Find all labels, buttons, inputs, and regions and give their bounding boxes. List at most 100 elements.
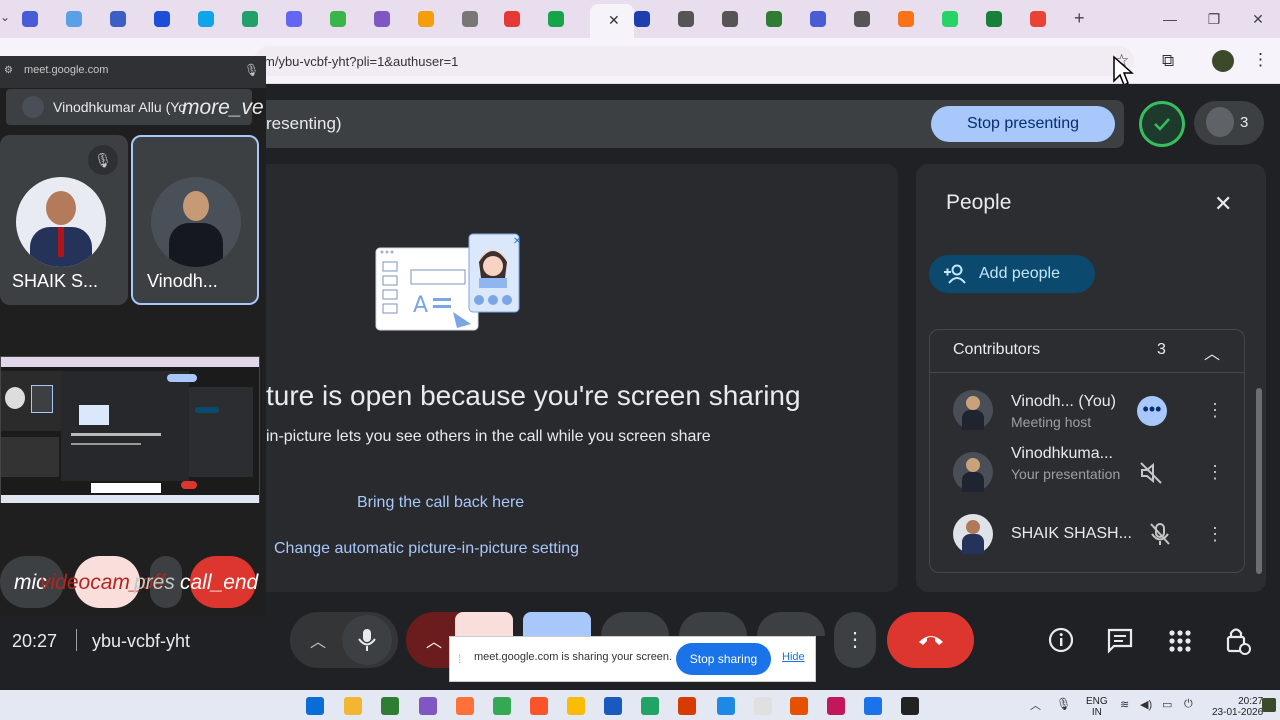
taskbar-app-icon[interactable] <box>344 697 362 715</box>
browser-menu-icon[interactable]: ⋮ <box>1252 50 1269 70</box>
wifi-icon[interactable]: ≋ <box>1120 698 1129 711</box>
checkmark-icon[interactable] <box>1139 101 1185 147</box>
taskbar-app-icon[interactable] <box>381 697 399 715</box>
add-people-button[interactable]: Add people <box>929 255 1095 293</box>
browser-tab[interactable] <box>96 6 140 32</box>
taskbar-app-icon[interactable] <box>678 697 696 715</box>
browser-tab[interactable] <box>840 6 884 32</box>
hide-link[interactable]: Hide <box>782 651 805 663</box>
taskbar-app-icon[interactable] <box>493 697 511 715</box>
tab-favicon-icon <box>898 11 914 27</box>
tab-active[interactable]: ✕ <box>590 4 634 38</box>
chevron-up-icon[interactable]: ︿ <box>426 628 442 652</box>
emoji-button[interactable] <box>601 612 669 636</box>
chat-icon[interactable] <box>1105 626 1135 656</box>
drag-handle-icon[interactable]: ⁞ <box>458 652 461 666</box>
microphone-button[interactable] <box>342 615 392 665</box>
taskbar-app-icon[interactable] <box>641 697 659 715</box>
browser-tab[interactable] <box>534 6 578 32</box>
notification-icon[interactable] <box>1262 698 1276 712</box>
present-button[interactable] <box>523 612 591 636</box>
share-notice-text: meet.google.com is sharing your screen. <box>474 651 673 663</box>
contributors-label: Contributors <box>953 341 1041 358</box>
participant-more-icon[interactable]: ⋮ <box>1206 400 1224 421</box>
taskbar-app-icon[interactable] <box>306 697 324 715</box>
participant-more-icon[interactable]: ⋮ <box>1206 524 1224 545</box>
browser-tab[interactable] <box>448 6 492 32</box>
mic-tray-icon[interactable]: 🎙 <box>1056 697 1071 711</box>
taskbar-app-icon[interactable] <box>567 697 585 715</box>
more-options-icon[interactable]: ⋮ <box>834 612 876 668</box>
language-indicator[interactable]: ENG IN <box>1086 696 1108 718</box>
browser-tab[interactable] <box>1016 6 1060 32</box>
camera-off-button[interactable] <box>455 612 513 636</box>
volume-icon[interactable]: ◀) <box>1140 698 1152 711</box>
taskbar-app-icon[interactable] <box>717 697 735 715</box>
change-pip-setting-link[interactable]: Change automatic picture-in-picture sett… <box>274 540 579 558</box>
tile-name: SHAIK S... <box>12 271 99 291</box>
taskbar-app-icon[interactable] <box>604 697 622 715</box>
tab-favicon-icon <box>678 11 694 27</box>
browser-tab[interactable] <box>184 6 228 32</box>
browser-tab[interactable] <box>796 6 840 32</box>
tab-list <box>14 0 1074 38</box>
add-people-label: Add people <box>979 265 1060 282</box>
browser-tab[interactable] <box>8 6 52 32</box>
chevron-up-icon[interactable]: ︿ <box>310 628 326 652</box>
activities-icon[interactable] <box>1165 626 1195 656</box>
taskbar-app-icon[interactable] <box>456 697 474 715</box>
taskbar-app-icon[interactable] <box>754 697 772 715</box>
browser-tab[interactable] <box>316 6 360 32</box>
end-call-button[interactable] <box>887 612 974 668</box>
presentation-stage <box>266 164 898 592</box>
lang-line2: IN <box>1091 707 1102 718</box>
taskbar-app-icon[interactable] <box>864 697 882 715</box>
browser-tab[interactable] <box>140 6 184 32</box>
battery-icon[interactable]: ▭ <box>1162 698 1172 711</box>
host-controls-icon[interactable] <box>1223 624 1253 656</box>
chevron-up-icon[interactable]: ︿ <box>1204 340 1220 364</box>
stop-presenting-button[interactable]: Stop presenting <box>931 106 1115 142</box>
extensions-icon[interactable]: ⧉ <box>1162 51 1174 71</box>
taskbar-app-icon[interactable] <box>530 697 548 715</box>
stop-sharing-button[interactable]: Stop sharing <box>676 643 771 675</box>
people-scrollbar[interactable] <box>1256 388 1262 574</box>
browser-tab[interactable] <box>404 6 448 32</box>
power-icon[interactable]: ⏻ <box>1184 698 1193 711</box>
browser-tab[interactable] <box>972 6 1016 32</box>
taskbar-app-icon[interactable] <box>901 697 919 715</box>
tab-favicon-icon <box>374 11 390 27</box>
browser-tab[interactable] <box>928 6 972 32</box>
browser-tab[interactable] <box>664 6 708 32</box>
bring-call-back-link[interactable]: Bring the call back here <box>357 494 524 512</box>
browser-tab[interactable] <box>272 6 316 32</box>
browser-tab[interactable] <box>228 6 272 32</box>
info-icon[interactable] <box>1046 625 1076 655</box>
chevron-up-icon[interactable]: ︿ <box>1030 697 1041 713</box>
participants-pill[interactable] <box>1194 101 1264 145</box>
participant-avatar <box>953 390 993 430</box>
taskbar-app-icon[interactable] <box>419 697 437 715</box>
taskbar-app-icon[interactable] <box>827 697 845 715</box>
browser-tab[interactable] <box>708 6 752 32</box>
new-tab-button[interactable]: + <box>1074 8 1085 29</box>
taskbar-clock[interactable]: 20:27 23-01-2026 <box>1212 696 1263 718</box>
maximize-button[interactable]: ❐ <box>1202 10 1226 28</box>
close-icon[interactable]: ✕ <box>1214 191 1232 217</box>
taskbar-app-icon[interactable] <box>790 697 808 715</box>
minimize-button[interactable]: — <box>1158 10 1182 28</box>
close-window-button[interactable]: ✕ <box>1246 10 1270 28</box>
browser-tab[interactable] <box>752 6 796 32</box>
site-settings-icon[interactable]: ⚙ <box>4 65 13 76</box>
tab-close-icon[interactable]: ✕ <box>608 12 620 29</box>
browser-tab[interactable] <box>360 6 404 32</box>
browser-tab[interactable] <box>884 6 928 32</box>
browser-tab[interactable] <box>490 6 534 32</box>
captions-button[interactable] <box>679 612 747 636</box>
participant-more-icon[interactable]: ⋮ <box>1206 462 1224 483</box>
profile-avatar[interactable] <box>1212 50 1234 72</box>
browser-tab[interactable] <box>52 6 96 32</box>
more-vert-icon[interactable]: more_ve <box>182 96 264 120</box>
lang-line1: ENG <box>1086 696 1108 707</box>
raise-hand-button[interactable] <box>757 612 825 636</box>
